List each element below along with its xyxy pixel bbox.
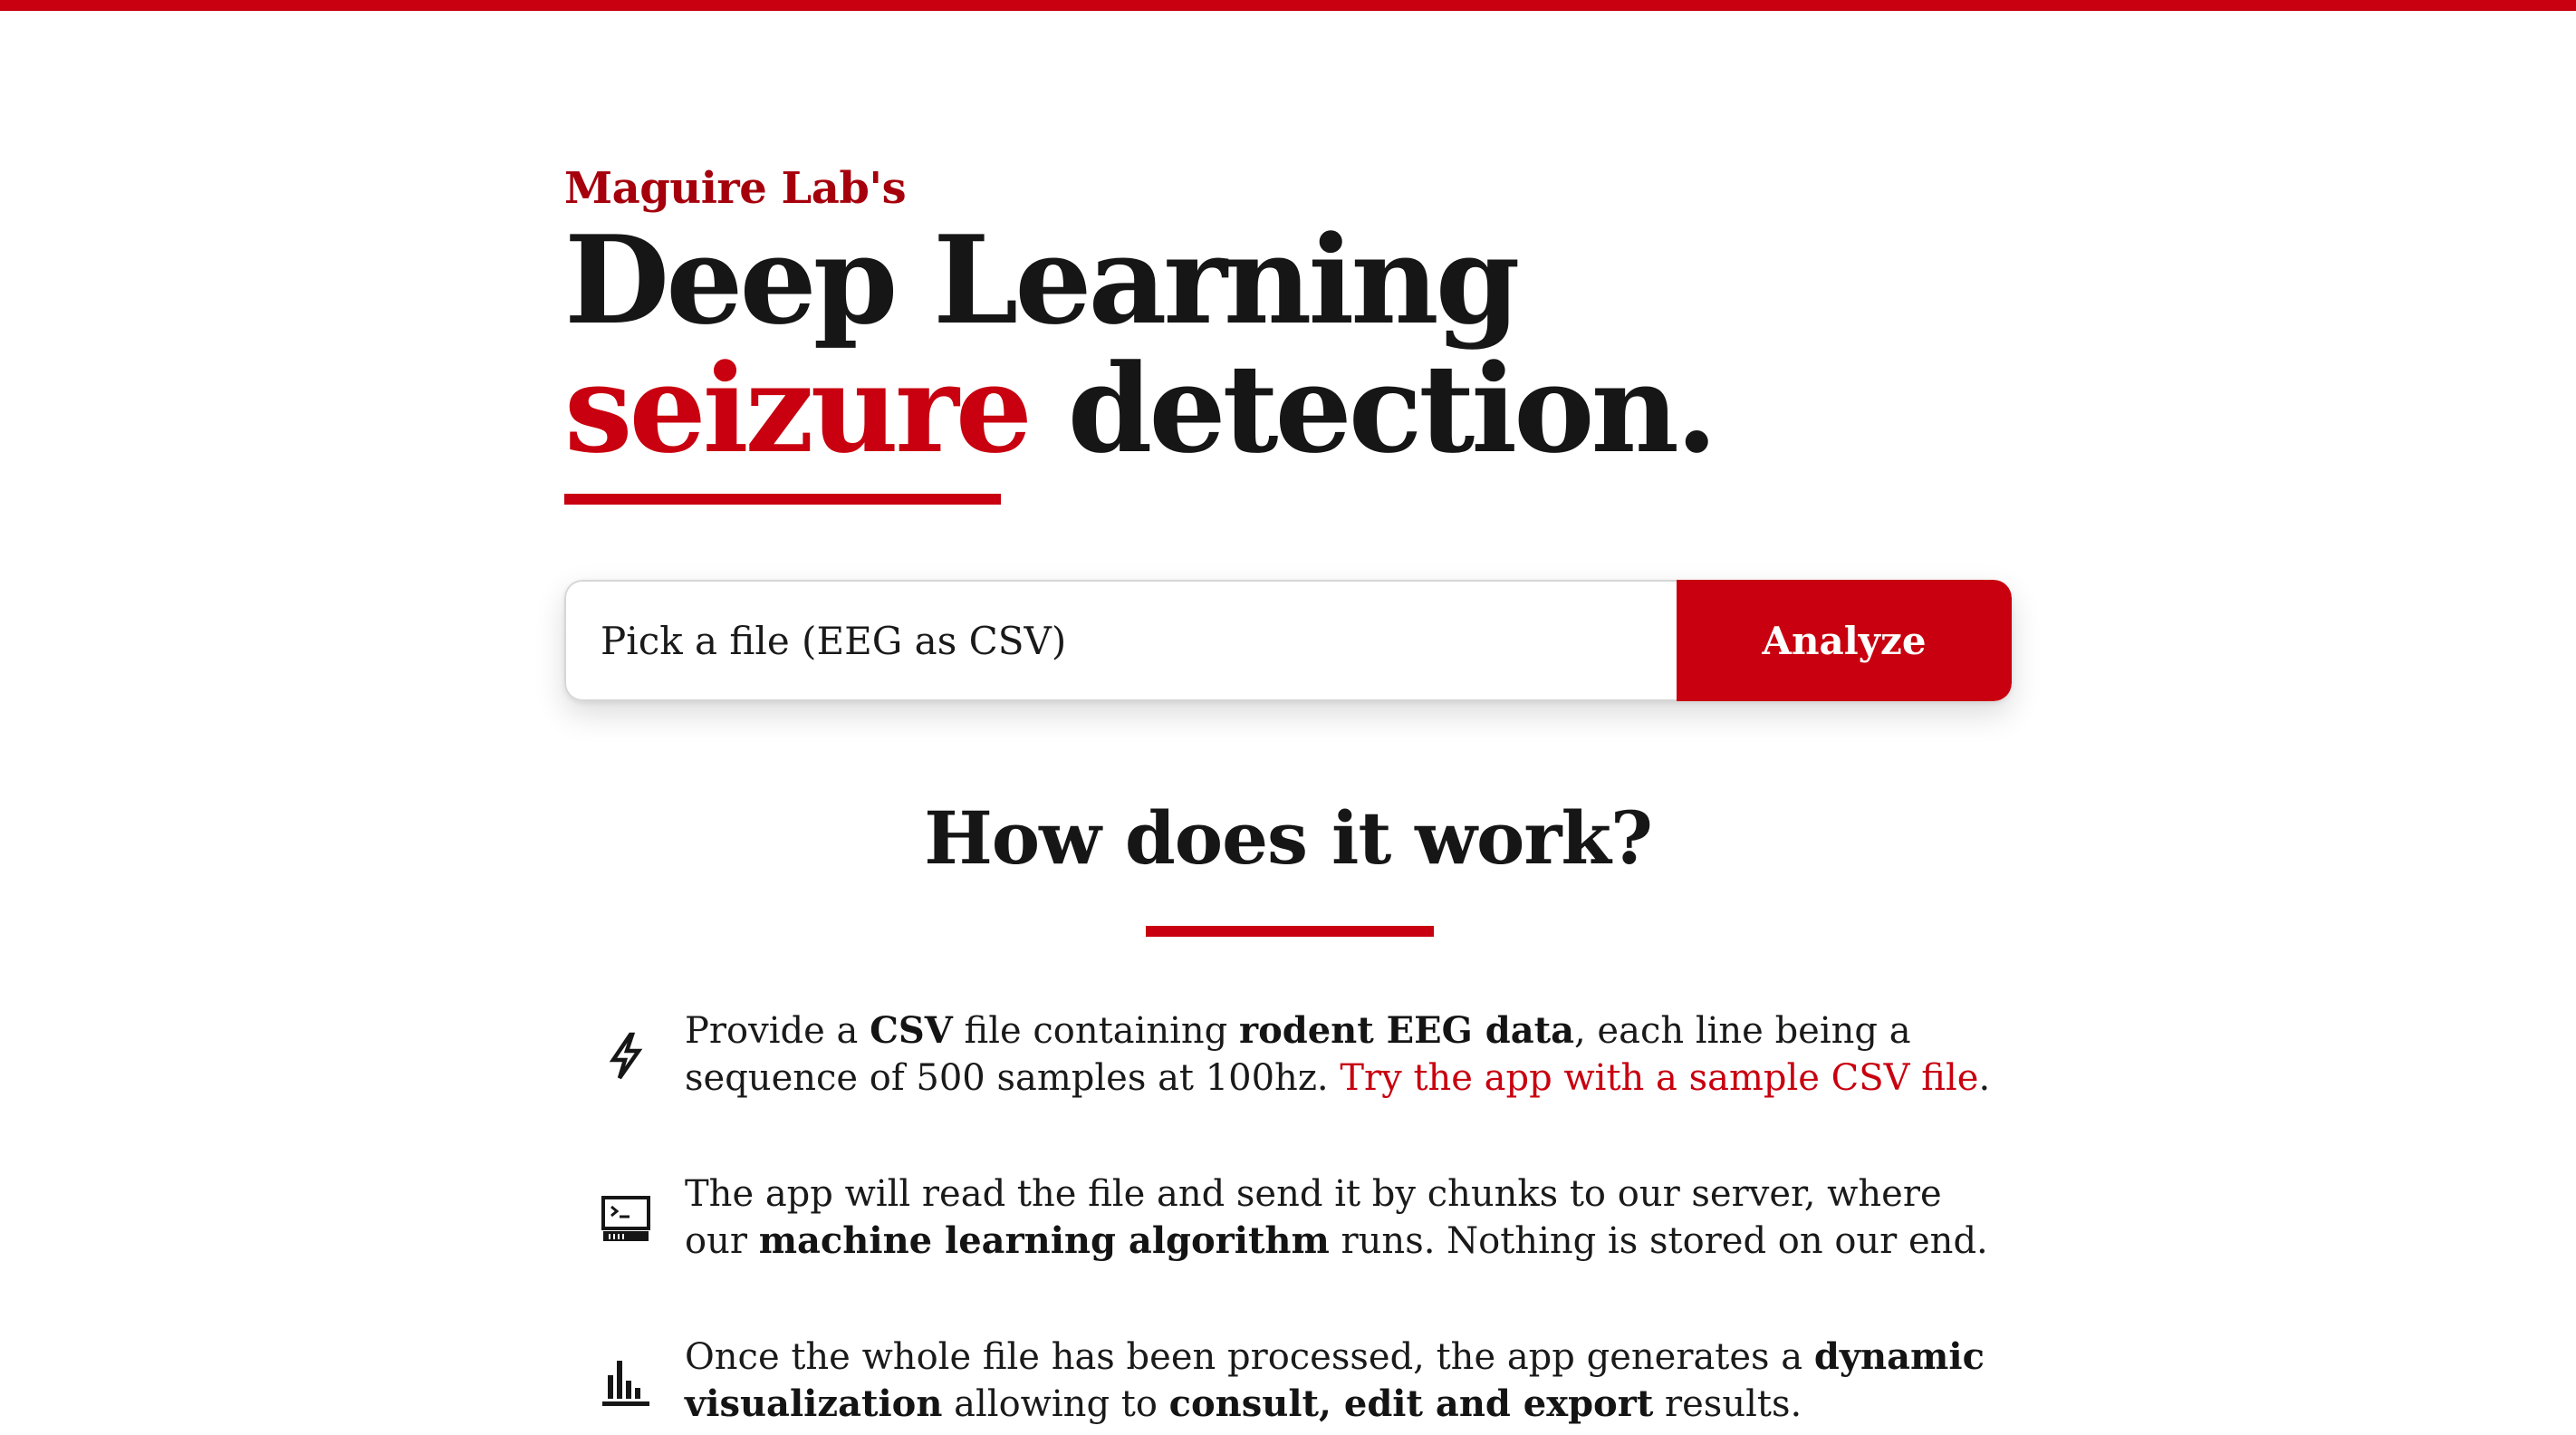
- step-emphasis: machine learning algorithm: [758, 1219, 1330, 1262]
- analyze-button[interactable]: Analyze: [1677, 580, 2012, 701]
- title-underline: [564, 494, 1001, 505]
- top-accent-bar: [0, 0, 2576, 11]
- step-emphasis: consult, edit and export: [1168, 1382, 1654, 1425]
- title-accent-word: seizure: [564, 337, 1033, 480]
- sample-csv-link[interactable]: Try the app with a sample CSV file: [1340, 1057, 1978, 1099]
- section-underline: [1146, 926, 1434, 937]
- file-picker-label: Pick a file (EEG as CSV): [601, 618, 1067, 663]
- upload-form: Pick a file (EEG as CSV) Analyze: [564, 580, 2012, 701]
- title-rest: detection.: [1028, 337, 1718, 480]
- file-picker-input[interactable]: Pick a file (EEG as CSV): [564, 580, 1677, 701]
- bar-chart-icon: [602, 1361, 649, 1406]
- step-emphasis: rodent EEG data: [1239, 1009, 1574, 1052]
- step-text: Once the whole file has been processed, …: [685, 1334, 2007, 1428]
- step-text-part: Provide a: [685, 1010, 870, 1052]
- step-text-part: Once the whole file has been processed, …: [685, 1336, 1814, 1378]
- step-text-part: file containing: [952, 1010, 1239, 1052]
- step-text-part: results.: [1653, 1383, 1802, 1425]
- how-it-works-title: How does it work?: [924, 795, 1653, 881]
- step-text-part: .: [1978, 1057, 1991, 1099]
- step-text-part: allowing to: [942, 1383, 1169, 1425]
- step-text: The app will read the file and send it b…: [685, 1170, 2007, 1265]
- lab-name: Maguire Lab's: [564, 163, 907, 214]
- step-text: Provide a CSV file containing rodent EEG…: [685, 1007, 2007, 1102]
- step-text-part: runs. Nothing is stored on our end.: [1329, 1220, 1988, 1262]
- lightning-bolt-icon: [609, 1032, 643, 1080]
- step-emphasis: CSV: [870, 1009, 953, 1052]
- terminal-icon: [601, 1196, 650, 1241]
- page-title: Deep Learning seizure detection.: [564, 216, 1718, 473]
- title-line-1: Deep Learning: [564, 208, 1520, 352]
